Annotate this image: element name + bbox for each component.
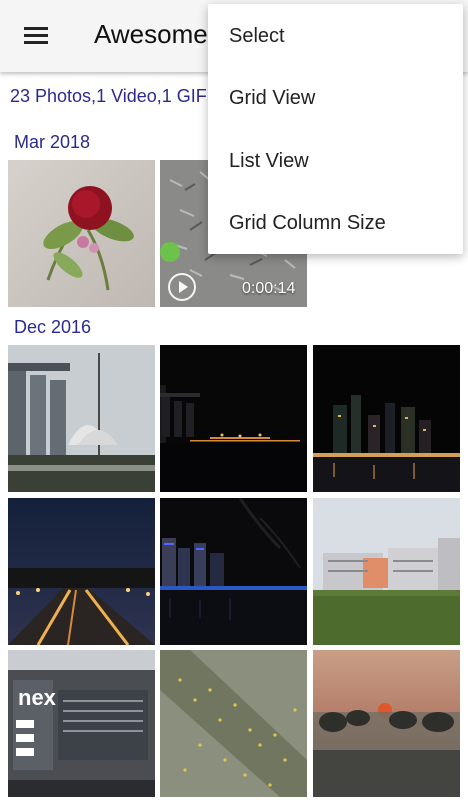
photo-thumbnail[interactable]	[8, 160, 155, 307]
media-summary: 23 Photos,1 Video,1 GIF	[10, 86, 207, 106]
photo-thumbnail[interactable]: nex	[8, 650, 155, 797]
section-title-mar-2018: Mar 2018	[14, 132, 91, 152]
menu-item-grid-column-size[interactable]: Grid Column Size	[208, 192, 463, 254]
svg-text:nex: nex	[18, 685, 57, 710]
hamburger-menu-icon[interactable]	[14, 18, 58, 54]
photo-thumbnail[interactable]	[313, 498, 460, 645]
photo-thumbnail[interactable]	[8, 345, 155, 492]
photo-thumbnail[interactable]	[160, 650, 307, 797]
video-overlay: 0:00:14	[160, 267, 307, 307]
photo-thumbnail[interactable]	[160, 498, 307, 645]
photo-thumbnail[interactable]	[8, 498, 155, 645]
menu-item-select[interactable]: Select	[208, 5, 463, 67]
section-title-dec-2016: Dec 2016	[14, 317, 92, 337]
video-duration: 0:00:14	[242, 280, 296, 297]
photo-thumbnail[interactable]	[160, 345, 307, 492]
menu-item-grid-view[interactable]: Grid View	[208, 67, 463, 129]
photo-thumbnail[interactable]	[313, 345, 460, 492]
menu-item-list-view[interactable]: List View	[208, 130, 463, 192]
overflow-menu: Select Grid View List View Grid Column S…	[208, 4, 463, 254]
photo-thumbnail[interactable]	[313, 650, 460, 797]
play-icon	[168, 273, 196, 301]
